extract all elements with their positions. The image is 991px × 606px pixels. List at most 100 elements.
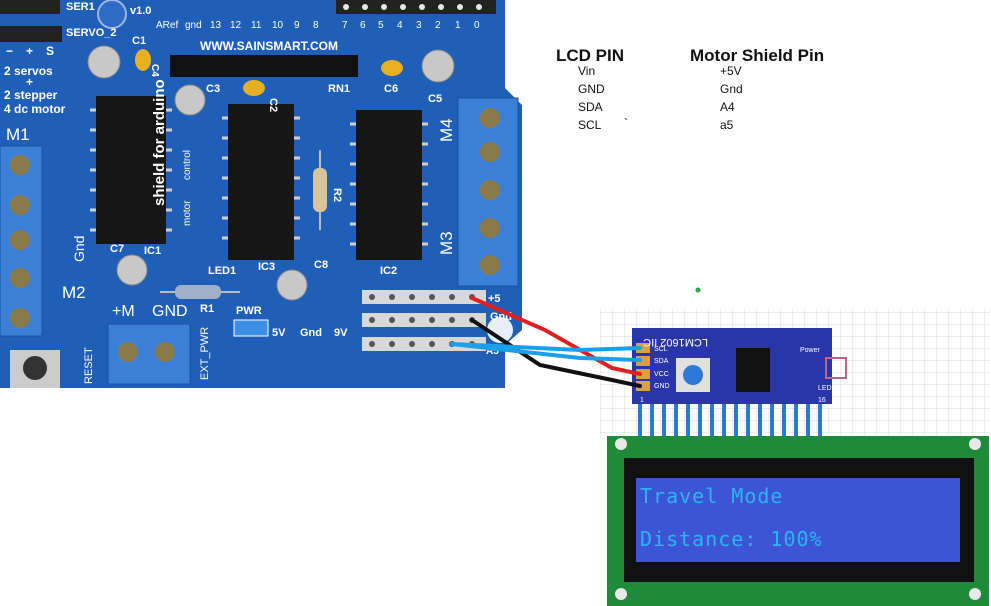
header-6: 6 — [360, 20, 366, 31]
resistor-r1 — [175, 285, 221, 299]
label-side-plus: + — [26, 75, 33, 89]
i2c-pin-gnd: GND — [654, 383, 670, 390]
label-shield-for-arduino: shield for arduino — [151, 79, 168, 206]
label-c8: C8 — [314, 259, 328, 271]
ic2-chip — [356, 110, 422, 260]
integrated-circuits — [90, 96, 428, 260]
green-dot — [695, 287, 701, 293]
label-led1: LED1 — [208, 265, 236, 277]
resistor-r2 — [313, 168, 327, 212]
label-m3: M3 — [437, 231, 456, 255]
pwr-jumper — [233, 319, 269, 337]
i2c-pin16-label: 16 — [818, 397, 826, 404]
header-5: 5 — [378, 20, 384, 31]
lcd-pin-sda: SDA — [578, 100, 603, 114]
label-rn1: RN1 — [328, 83, 350, 95]
label-c7: C7 — [110, 243, 124, 255]
header-13: 13 — [210, 20, 222, 31]
capacitor-c3-can — [174, 84, 206, 116]
header-4: 4 — [397, 20, 403, 31]
i2c-title: LCM1602 IIC — [643, 336, 708, 348]
stray-mark: ` — [624, 116, 628, 130]
shield-pin-gnd: Gnd — [720, 82, 743, 96]
terminal-block-m3-m4 — [457, 97, 519, 287]
capacitor-c1 — [87, 45, 121, 79]
header-11: 11 — [251, 20, 262, 31]
label-reset: RESET — [83, 347, 95, 384]
i2c-pin-vcc: VCC — [654, 371, 669, 378]
label-9v: 9V — [334, 327, 348, 339]
analog-pin-header — [362, 290, 486, 351]
label-motor: motor — [182, 200, 193, 226]
label-ser1: SER1 — [66, 1, 95, 13]
motor-shield: SER1 v1.0 SERVO_2 WWW.SAINSMART.COM − + … — [0, 0, 522, 388]
label-r2: R2 — [331, 188, 343, 202]
lcd-display — [607, 436, 989, 606]
capacitor-c8 — [276, 269, 308, 301]
label-servo-pin-minus: − — [6, 44, 13, 58]
header-0: 0 — [474, 20, 480, 31]
capacitor-c2 — [243, 80, 265, 96]
terminal-block-m1-m2 — [0, 145, 43, 337]
header-lcd-pin: LCD PIN — [556, 46, 624, 65]
label-ic3: IC3 — [258, 261, 275, 273]
header-10: 10 — [272, 20, 284, 31]
header-aref: ARef — [156, 20, 178, 31]
label-m2: M2 — [62, 283, 86, 302]
label-c3: C3 — [206, 83, 220, 95]
header-12: 12 — [230, 20, 242, 31]
label-5v: 5V — [272, 327, 286, 339]
label-c2: C2 — [267, 98, 279, 112]
label-gnd-big: GND — [152, 303, 188, 320]
lcd-pin-gnd: GND — [578, 82, 605, 96]
lcd-line-2: Distance: 100% — [640, 527, 823, 551]
header-8: 8 — [313, 20, 319, 31]
label-r1: R1 — [200, 303, 214, 315]
label-c5: C5 — [428, 93, 442, 105]
pot-knob — [683, 365, 703, 385]
capacitor-c5 — [421, 49, 455, 83]
label-side-dc: 4 dc motor — [4, 102, 66, 116]
pin-mapping-table: LCD PIN Motor Shield Pin Vin +5V GND Gnd… — [556, 46, 856, 136]
label-gnd-volt: Gnd — [300, 327, 322, 339]
i2c-power-label: Power — [800, 347, 821, 354]
label-c4: C4 — [149, 64, 160, 77]
shield-pin-a4: A4 — [720, 100, 735, 114]
label-servo-pin-s: S — [46, 44, 54, 58]
header-9: 9 — [294, 20, 300, 31]
i2c-chip — [736, 348, 770, 392]
i2c-led-label: LED — [818, 385, 832, 392]
capacitor-c7 — [116, 254, 148, 286]
i2c-pin-scl: SCL — [654, 346, 668, 353]
label-plus-m: +M — [112, 303, 135, 320]
header-7: 7 — [342, 20, 348, 31]
label-version: v1.0 — [130, 5, 151, 17]
shield-pin-5v: +5V — [720, 64, 742, 78]
label-ext-pwr: EXT_PWR — [199, 327, 211, 380]
label-control: control — [182, 150, 193, 180]
reset-button — [23, 356, 47, 380]
lcd-line-1: Travel Mode — [640, 484, 784, 508]
label-m4: M4 — [437, 118, 456, 142]
label-servo2: SERVO_2 — [66, 27, 117, 39]
label-ic2: IC2 — [380, 265, 397, 277]
header-3: 3 — [416, 20, 422, 31]
shield-pin-a5: a5 — [720, 118, 734, 132]
header-gnd: gnd — [185, 20, 202, 31]
capacitor-c4 — [135, 49, 151, 71]
label-servo-pin-plus: + — [26, 44, 33, 58]
label-ic1: IC1 — [144, 245, 161, 257]
capacitor-c6 — [381, 60, 403, 76]
label-plus5: +5 — [488, 293, 501, 305]
label-gnd-vertical: Gnd — [71, 236, 87, 262]
resistor-network-rn1 — [170, 55, 358, 77]
lcd-pin-vin: Vin — [578, 64, 596, 78]
label-side-stepper: 2 stepper — [4, 88, 58, 102]
ic3-chip — [228, 104, 294, 260]
header-1: 1 — [455, 20, 461, 31]
label-c1: C1 — [132, 35, 146, 47]
header-2: 2 — [435, 20, 441, 31]
label-c6: C6 — [384, 83, 398, 95]
reset-hole — [97, 0, 127, 29]
i2c-module: LCM1602 IIC SCL SDA VCC GND Power LED 1 … — [632, 328, 847, 404]
